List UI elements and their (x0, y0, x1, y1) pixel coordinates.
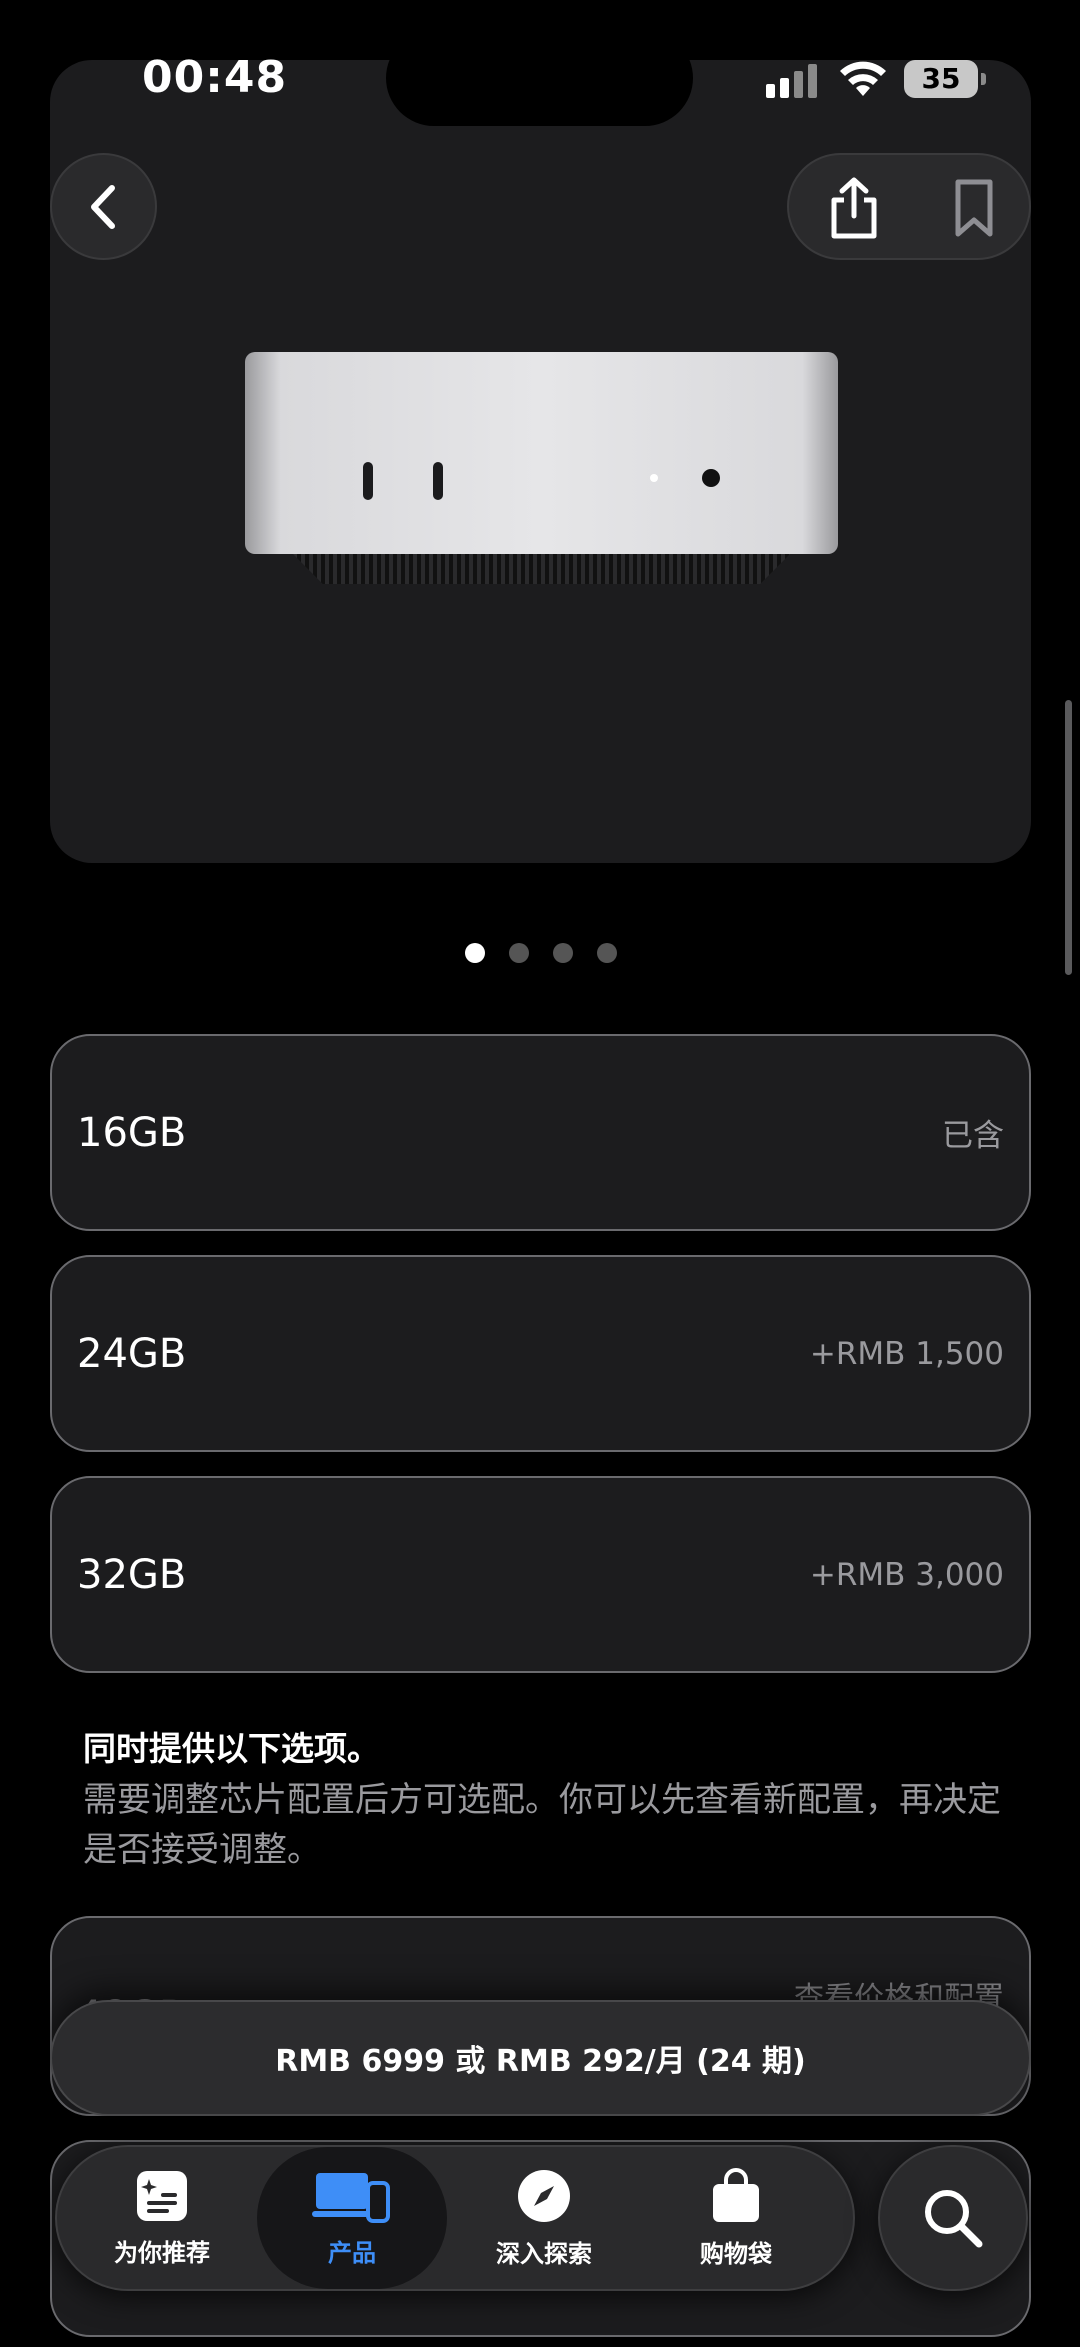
usb-c-port (363, 462, 373, 500)
bookmark-icon (955, 179, 993, 237)
cellular-signal-icon (766, 62, 820, 98)
tab-products[interactable]: 产品 (257, 2147, 447, 2289)
option-size: 24GB (77, 1330, 187, 1377)
tab-label: 深入探索 (496, 2239, 592, 2268)
carousel-page-indicator[interactable] (465, 943, 617, 963)
page-dot[interactable] (597, 943, 617, 963)
option-size: 16GB (77, 1109, 187, 1156)
memory-option-24gb[interactable]: 24GB +RMB 1,500 (50, 1255, 1031, 1452)
price-summary-bar[interactable]: RMB 6999 或 RMB 292/月 (24 期) (50, 2000, 1031, 2116)
vent-base (293, 554, 790, 584)
memory-option-32gb[interactable]: 32GB +RMB 3,000 (50, 1476, 1031, 1673)
mac-mini-image (245, 352, 838, 644)
share-icon (831, 177, 877, 239)
dynamic-island (386, 30, 693, 126)
usb-c-port (433, 462, 443, 500)
share-button[interactable] (819, 173, 889, 243)
action-pill (787, 153, 1031, 260)
page-dot[interactable] (465, 943, 485, 963)
tab-bag[interactable]: 购物袋 (641, 2147, 831, 2289)
page-dot[interactable] (509, 943, 529, 963)
tab-bar: 为你推荐 产品 深入探索 购物袋 (55, 2145, 855, 2291)
tab-label: 购物袋 (700, 2239, 772, 2268)
bookmark-button[interactable] (939, 173, 1009, 243)
tab-label: 产品 (328, 2238, 376, 2267)
recommendations-icon (137, 2170, 187, 2221)
bag-icon (713, 2167, 759, 2222)
option-price: +RMB 3,000 (809, 1556, 1004, 1593)
compass-icon (518, 2169, 570, 2222)
search-button[interactable] (878, 2145, 1028, 2291)
option-size: 32GB (77, 1551, 187, 1598)
status-time: 00:48 (142, 52, 288, 103)
tab-label: 为你推荐 (114, 2238, 210, 2267)
power-led (650, 474, 658, 482)
chevron-left-icon (90, 184, 115, 229)
page-dot[interactable] (553, 943, 573, 963)
products-icon (312, 2172, 390, 2223)
tab-recommendations[interactable]: 为你推荐 (67, 2147, 257, 2289)
option-price: +RMB 1,500 (809, 1335, 1004, 1372)
extra-options-title: 同时提供以下选项。 (83, 1729, 380, 1768)
tab-explore[interactable]: 深入探索 (449, 2147, 639, 2289)
battery-indicator: 35 (904, 60, 986, 98)
memory-option-16gb[interactable]: 16GB 已含 (50, 1034, 1031, 1231)
extra-options-description: 需要调整芯片配置后方可选配。你可以先查看新配置，再决定是否接受调整。 (83, 1780, 1001, 1870)
scrollbar[interactable] (1065, 700, 1072, 975)
search-icon (925, 2190, 983, 2248)
back-button[interactable] (50, 153, 157, 260)
headphone-jack (702, 469, 720, 487)
option-price: 已含 (942, 1118, 1004, 1154)
wifi-icon (838, 58, 888, 98)
